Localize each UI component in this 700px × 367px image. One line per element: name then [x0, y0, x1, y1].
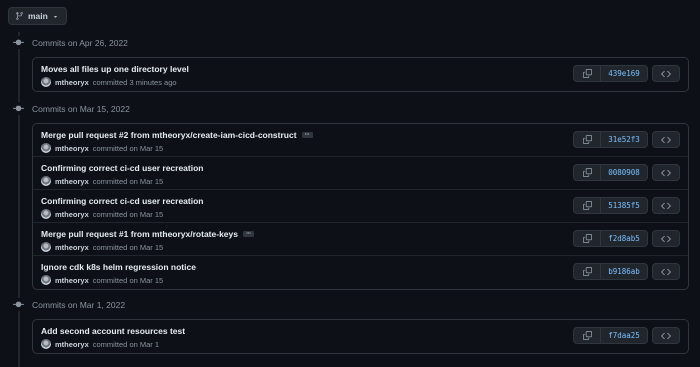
copy-icon [582, 201, 592, 210]
commit-row: Merge pull request #2 from mtheoryx/crea… [33, 124, 688, 157]
code-icon [661, 169, 671, 176]
commit-time: committed on Mar 1 [92, 339, 160, 349]
commit-group-date: Commits on Apr 26, 2022 [32, 37, 128, 48]
code-icon [661, 202, 671, 209]
commit-author-link[interactable]: mtheoryx [55, 144, 89, 153]
git-commit-icon [12, 102, 25, 115]
commit-sha-link[interactable]: b9186ab [601, 263, 648, 280]
commit-message-link[interactable]: Add second account resources test [41, 326, 185, 336]
commit-time: committed on Mar 15 [92, 143, 164, 153]
copy-icon [582, 234, 592, 243]
commit-message-link[interactable]: Moves all files up one directory level [41, 64, 189, 74]
commit-time: committed on Mar 15 [92, 275, 164, 285]
copy-icon [582, 331, 592, 340]
commit-row: Merge pull request #1 from mtheoryx/rota… [33, 223, 688, 256]
commit-sha-link[interactable]: 51385f5 [601, 197, 648, 214]
git-commit-icon [12, 298, 25, 311]
copy-sha-button[interactable] [573, 197, 601, 214]
copy-icon [582, 168, 592, 177]
commit-group-header: Commits on Mar 15, 2022 [12, 102, 130, 115]
commit-time: committed on Mar 15 [92, 176, 164, 186]
expand-description-button[interactable]: ··· [242, 231, 254, 237]
commit-author-link[interactable]: mtheoryx [55, 243, 89, 252]
chevron-down-icon [53, 15, 57, 18]
commit-author-link[interactable]: mtheoryx [55, 340, 89, 349]
copy-icon [582, 135, 592, 144]
copy-icon [582, 267, 592, 276]
copy-sha-button[interactable] [573, 327, 601, 344]
copy-sha-button[interactable] [573, 164, 601, 181]
copy-sha-button[interactable] [573, 65, 601, 82]
copy-icon [582, 69, 592, 78]
browse-repo-button[interactable] [652, 164, 680, 181]
commit-author-link[interactable]: mtheoryx [55, 177, 89, 186]
code-icon [661, 70, 671, 77]
commit-sha-link[interactable]: f2d8ab5 [601, 230, 648, 247]
commit-row: Moves all files up one directory level m… [33, 58, 688, 91]
expand-description-button[interactable]: ··· [301, 132, 313, 138]
avatar[interactable] [41, 143, 51, 153]
avatar[interactable] [41, 209, 51, 219]
code-icon [661, 332, 671, 339]
code-icon [661, 136, 671, 143]
code-icon [661, 268, 671, 275]
commit-sha-link[interactable]: 439e169 [601, 65, 648, 82]
commit-author-link[interactable]: mtheoryx [55, 276, 89, 285]
avatar[interactable] [41, 242, 51, 252]
copy-sha-button[interactable] [573, 230, 601, 247]
commit-message-link[interactable]: Merge pull request #2 from mtheoryx/crea… [41, 130, 297, 140]
commit-time: committed on Mar 15 [92, 209, 164, 219]
git-branch-icon [16, 12, 23, 20]
commit-time: committed on Mar 15 [92, 242, 164, 252]
commit-author-link[interactable]: mtheoryx [55, 210, 89, 219]
commit-message-link[interactable]: Confirming correct ci-cd user recreation [41, 163, 204, 173]
commit-sha-link[interactable]: 31e52f3 [601, 131, 648, 148]
avatar[interactable] [41, 339, 51, 349]
commit-group-header: Commits on Apr 26, 2022 [12, 36, 128, 49]
commit-group-date: Commits on Mar 15, 2022 [32, 103, 130, 114]
code-icon [661, 235, 671, 242]
commit-row: Confirming correct ci-cd user recreation… [33, 190, 688, 223]
avatar[interactable] [41, 77, 51, 87]
commit-row: Ignore cdk k8s helm regression notice mt… [33, 256, 688, 289]
browse-repo-button[interactable] [652, 131, 680, 148]
copy-sha-button[interactable] [573, 263, 601, 280]
commit-group-header: Commits on Mar 1, 2022 [12, 298, 125, 311]
browse-repo-button[interactable] [652, 65, 680, 82]
commit-message-link[interactable]: Ignore cdk k8s helm regression notice [41, 262, 196, 272]
commit-sha-link[interactable]: 0080908 [601, 164, 648, 181]
timeline-line [18, 32, 20, 367]
browse-repo-button[interactable] [652, 263, 680, 280]
commit-message-link[interactable]: Merge pull request #1 from mtheoryx/rota… [41, 229, 238, 239]
avatar[interactable] [41, 176, 51, 186]
commit-row: Confirming correct ci-cd user recreation… [33, 157, 688, 190]
browse-repo-button[interactable] [652, 230, 680, 247]
commit-row: Add second account resources test mtheor… [33, 320, 688, 353]
copy-sha-button[interactable] [573, 131, 601, 148]
browse-repo-button[interactable] [652, 197, 680, 214]
avatar[interactable] [41, 275, 51, 285]
commit-time: committed 3 minutes ago [92, 77, 177, 87]
branch-selector-button[interactable]: main [8, 7, 67, 25]
commit-author-link[interactable]: mtheoryx [55, 78, 89, 87]
branch-name: main [28, 11, 48, 21]
commit-message-link[interactable]: Confirming correct ci-cd user recreation [41, 196, 204, 206]
commit-list: Add second account resources test mtheor… [32, 319, 689, 354]
commit-group-date: Commits on Mar 1, 2022 [32, 299, 126, 310]
browse-repo-button[interactable] [652, 327, 680, 344]
commit-list: Moves all files up one directory level m… [32, 57, 689, 92]
git-commit-icon [12, 36, 25, 49]
commit-list: Merge pull request #2 from mtheoryx/crea… [32, 123, 689, 290]
commit-sha-link[interactable]: f7daa25 [601, 327, 648, 344]
